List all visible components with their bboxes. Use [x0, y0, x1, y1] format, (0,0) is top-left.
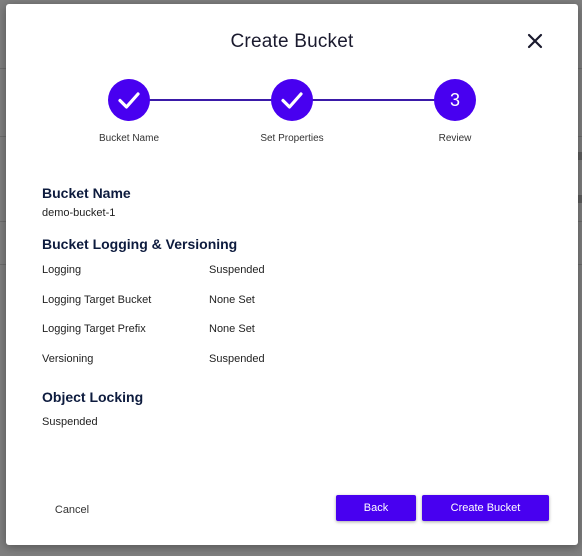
logging-versioning-heading: Bucket Logging & Versioning	[42, 236, 238, 252]
logging-target-prefix-label: Logging Target Prefix	[42, 323, 146, 335]
step-label: Set Properties	[260, 133, 324, 144]
step-set-properties: Set Properties	[232, 79, 352, 144]
create-bucket-button[interactable]: Create Bucket	[422, 495, 549, 521]
bucket-name-value: demo-bucket-1	[42, 207, 116, 219]
checkmark-icon	[281, 92, 303, 109]
logging-target-prefix-value: None Set	[209, 323, 255, 335]
close-icon[interactable]	[526, 32, 544, 50]
step-bucket-name: Bucket Name	[69, 79, 189, 144]
bucket-name-heading: Bucket Name	[42, 185, 131, 201]
checkmark-icon	[118, 92, 140, 109]
versioning-value: Suspended	[209, 353, 265, 365]
object-locking-heading: Object Locking	[42, 389, 144, 405]
cancel-button[interactable]: Cancel	[42, 497, 102, 523]
step-label: Bucket Name	[98, 133, 160, 144]
step-number-indicator: 3	[434, 79, 476, 121]
logging-target-bucket-value: None Set	[209, 294, 255, 306]
back-button[interactable]: Back	[336, 495, 416, 521]
dialog-title: Create Bucket	[230, 31, 354, 52]
step-completed-indicator	[271, 79, 313, 121]
step-review: 3 Review	[395, 79, 515, 144]
create-bucket-dialog: Create Bucket Bucket Name Set Properties…	[6, 4, 578, 545]
logging-target-bucket-label: Logging Target Bucket	[42, 294, 152, 306]
versioning-label: Versioning	[42, 353, 94, 365]
step-completed-indicator	[108, 79, 150, 121]
step-label: Review	[438, 133, 472, 144]
logging-label: Logging	[42, 264, 82, 276]
logging-value: Suspended	[209, 264, 265, 276]
object-locking-value: Suspended	[42, 416, 98, 428]
